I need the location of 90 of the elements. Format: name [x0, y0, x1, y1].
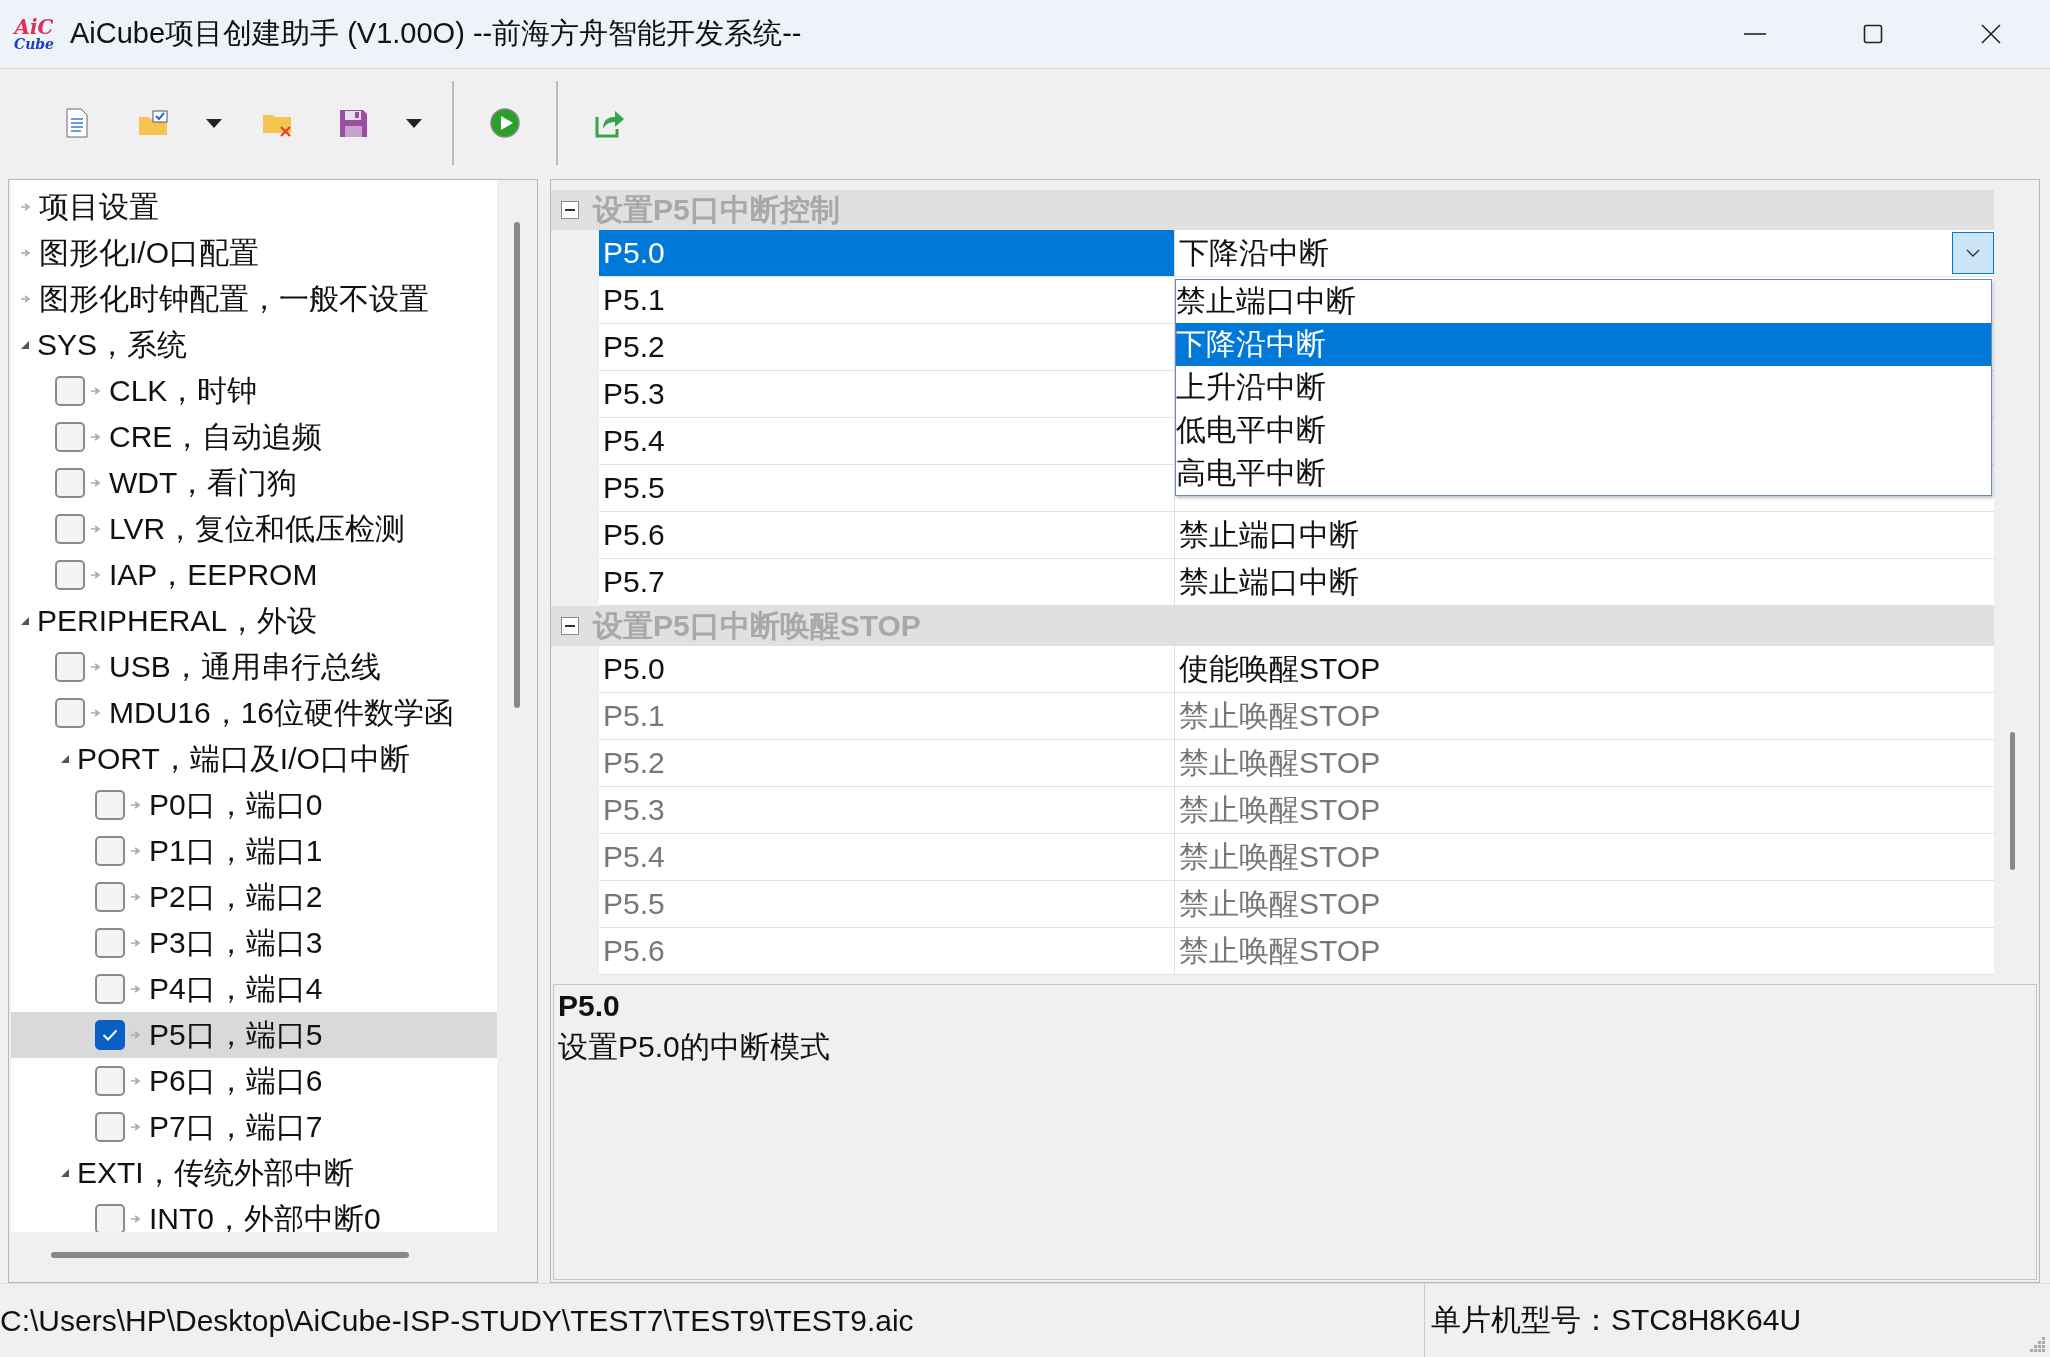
play-icon	[489, 107, 521, 139]
tree-item[interactable]: IAP，EEPROM	[11, 552, 497, 598]
checkbox[interactable]	[55, 468, 85, 498]
collapsed-arrow-icon	[91, 525, 101, 533]
resize-grip-icon	[2030, 1337, 2046, 1353]
checkbox[interactable]	[95, 928, 125, 958]
collapsed-arrow-icon	[91, 479, 101, 487]
tree-item[interactable]: P1口，端口1	[11, 828, 497, 874]
checkbox[interactable]	[55, 560, 85, 590]
checkbox[interactable]	[95, 974, 125, 1004]
collapsed-arrow-icon	[131, 1215, 141, 1223]
collapsed-arrow-icon	[131, 847, 141, 855]
collapsed-arrow-icon	[91, 571, 101, 579]
close-icon	[1980, 23, 2002, 45]
description-title: P5.0	[558, 989, 620, 1023]
check-icon	[102, 1029, 118, 1041]
tree-item[interactable]: PERIPHERAL，外设	[11, 598, 497, 644]
collapsed-arrow-icon	[131, 1123, 141, 1131]
scrollbar-thumb[interactable]	[2010, 732, 2015, 870]
checkbox[interactable]	[95, 882, 125, 912]
collapsed-arrow-icon	[91, 433, 101, 441]
scrollbar-thumb[interactable]	[51, 1252, 409, 1258]
checkbox[interactable]	[95, 790, 125, 820]
property-value[interactable]: 禁止端口中断	[1175, 512, 1994, 558]
category-title: 设置P5口中断控制	[593, 191, 840, 228]
checkbox[interactable]	[95, 1020, 125, 1050]
property-name[interactable]: P5.6	[599, 512, 1175, 558]
tree-item[interactable]: P4口，端口4	[11, 966, 497, 1012]
collapsed-arrow-icon	[131, 1031, 141, 1039]
checkbox[interactable]	[55, 652, 85, 682]
collapsed-arrow-icon	[91, 663, 101, 671]
property-name[interactable]: P5.0	[599, 230, 1175, 276]
tree-item[interactable]: EXTI，传统外部中断	[11, 1150, 497, 1196]
dropdown-option[interactable]: 上升沿中断	[1176, 366, 1991, 409]
caret-icon	[406, 118, 422, 128]
dropdown-option[interactable]: 高电平中断	[1176, 452, 1991, 495]
window-title: AiCube项目创建助手 (V1.00O) --前海方舟智能开发系统--	[70, 16, 802, 51]
collapsed-arrow-icon	[131, 985, 141, 993]
checkbox[interactable]	[55, 422, 85, 452]
tree-item[interactable]: 图形化时钟配置，一般不设置	[11, 276, 497, 322]
checkbox[interactable]	[95, 1066, 125, 1096]
collapsed-arrow-icon	[131, 1077, 141, 1085]
collapse-button[interactable]	[561, 201, 579, 219]
dropdown-option[interactable]: 低电平中断	[1176, 409, 1991, 452]
tree-item[interactable]: PORT，端口及I/O口中断	[11, 736, 497, 782]
caret-icon	[206, 118, 222, 128]
tree-item[interactable]: 项目设置	[11, 184, 497, 230]
collapsed-arrow-icon	[91, 387, 101, 395]
checkbox[interactable]	[95, 836, 125, 866]
dropdown-option[interactable]: 下降沿中断	[1176, 323, 1991, 366]
tree-item[interactable]: P5口，端口5	[11, 1012, 497, 1058]
collapse-button[interactable]	[561, 617, 579, 635]
app-logo: AiC Cube	[12, 17, 55, 51]
checkbox[interactable]	[95, 1204, 125, 1232]
checkbox[interactable]	[55, 514, 85, 544]
tree-item[interactable]: LVR，复位和低压检测	[11, 506, 497, 552]
category-title: 设置P5口中断唤醒STOP	[593, 607, 921, 644]
property-value[interactable]: 禁止端口中断	[1175, 559, 1994, 605]
maximize-icon	[1862, 23, 1884, 45]
collapsed-arrow-icon	[131, 939, 141, 947]
tree-item[interactable]: 图形化I/O口配置	[11, 230, 497, 276]
file-path: C:\Users\HP\Desktop\AiCube-ISP-STUDY\TEST7\TEST9\TEST9.aic	[0, 1303, 915, 1338]
checkbox[interactable]	[55, 698, 85, 728]
dropdown-option[interactable]: 禁止端口中断	[1176, 280, 1991, 323]
tree-item[interactable]: P3口，端口3	[11, 920, 497, 966]
chevron-down-icon	[1966, 249, 1980, 257]
chip-model: 单片机型号：STC8H8K64U	[1424, 1284, 1802, 1357]
scrollbar-thumb[interactable]	[514, 222, 520, 708]
combo-box[interactable]: 下降沿中断	[1175, 230, 1994, 276]
minimize-icon	[1744, 33, 1766, 35]
tree-item[interactable]: USB，通用串行总线	[11, 644, 497, 690]
property-value[interactable]: 使能唤醒STOP	[1175, 646, 1994, 692]
collapsed-arrow-icon	[91, 709, 101, 717]
tree-item[interactable]: P2口，端口2	[11, 874, 497, 920]
tree-item[interactable]: MDU16，16位硬件数学函	[11, 690, 497, 736]
tree-item[interactable]: INT0，外部中断0	[11, 1196, 497, 1232]
tree-item[interactable]: P6口，端口6	[11, 1058, 497, 1104]
tree-item[interactable]: SYS，系统	[11, 322, 497, 368]
checkbox[interactable]	[55, 376, 85, 406]
property-name[interactable]: P5.0	[599, 646, 1175, 692]
tree-item[interactable]: P0口，端口0	[11, 782, 497, 828]
tree-item[interactable]: CRE，自动追频	[11, 414, 497, 460]
description-text: 设置P5.0的中断模式	[558, 1029, 830, 1065]
tree-item[interactable]: CLK，时钟	[11, 368, 497, 414]
checkbox[interactable]	[95, 1112, 125, 1142]
collapsed-arrow-icon	[131, 893, 141, 901]
property-name[interactable]: P5.7	[599, 559, 1175, 605]
collapsed-arrow-icon	[131, 801, 141, 809]
tree-item[interactable]: P7口，端口7	[11, 1104, 497, 1150]
tree-item[interactable]: WDT，看门狗	[11, 460, 497, 506]
